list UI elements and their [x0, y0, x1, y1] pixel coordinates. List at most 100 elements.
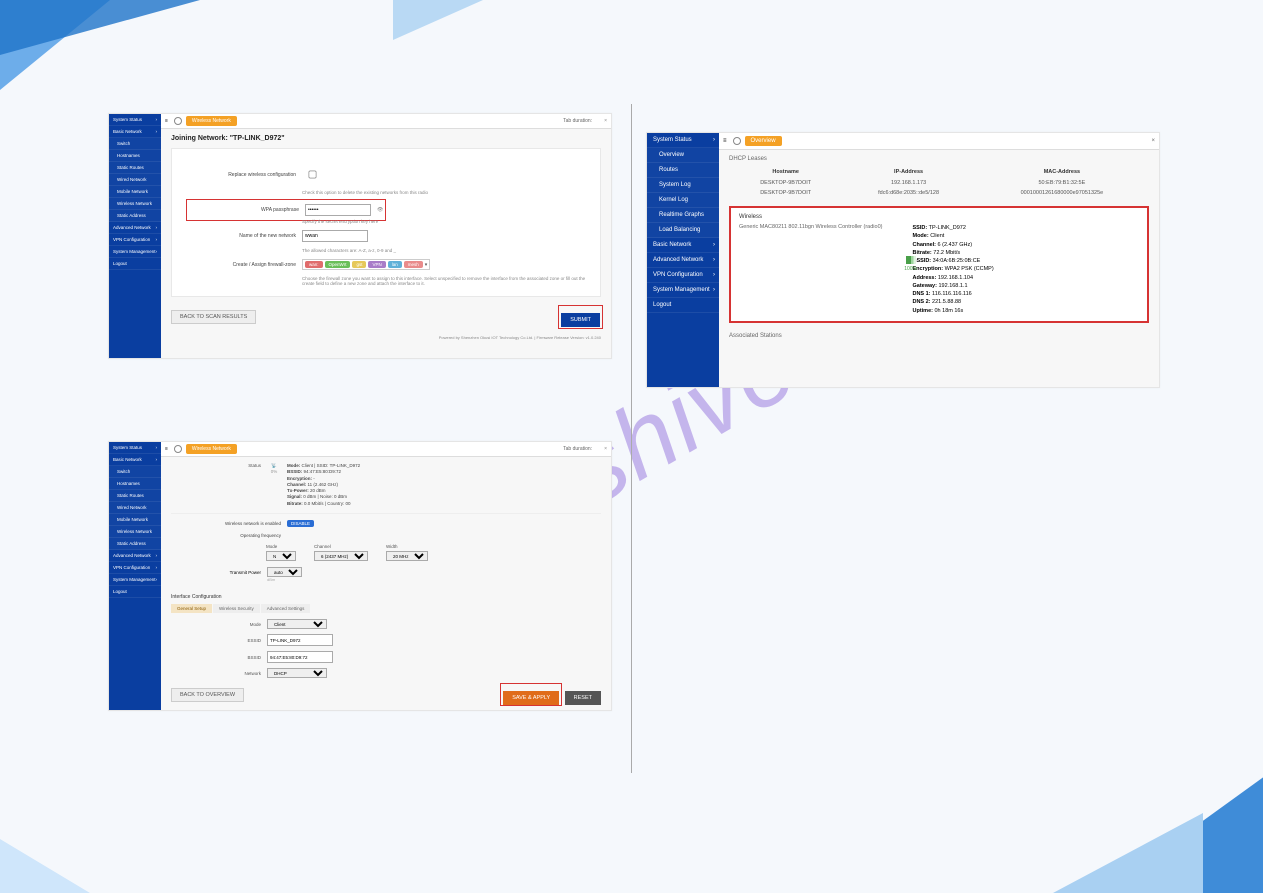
sidebar-item-basic-network[interactable]: Basic Network [109, 126, 161, 138]
wpa-passphrase-input[interactable] [305, 204, 371, 216]
sidebar-item-mobile-network[interactable]: Mobile Network [109, 186, 161, 198]
joining-network-heading: Joining Network: "TP-LINK_D972" [171, 135, 601, 142]
opfreq-width-select[interactable]: 20 MHz [386, 551, 428, 561]
sidebar-item-system-management[interactable]: System Management [647, 283, 719, 298]
status-txpower-label: Tx-Power: [287, 488, 310, 493]
sidebar-item-static-routes[interactable]: Static Routes [109, 162, 161, 174]
sidebar-item-mobile-network[interactable]: Mobile Network [109, 514, 161, 526]
menu-icon[interactable]: ≡ [165, 118, 168, 124]
sidebar-item-vpn-config[interactable]: VPN Configuration [109, 234, 161, 246]
menu-icon[interactable]: ≡ [165, 446, 168, 452]
sidebar-item-logout[interactable]: Logout [109, 586, 161, 598]
signal-percent: 100% [904, 266, 917, 272]
content-area: ≡ Wireless Network Tab duration: × Joini… [161, 114, 611, 358]
tab-bar: ≡ Wireless Network Tab duration: × [161, 114, 611, 129]
sidebar-item-load-balancing[interactable]: Load Balancing [647, 223, 719, 238]
device-status-box: Status 📡0% Mode: Client | SSID: TP-LINK_… [171, 463, 601, 514]
fw-tag-gst: gst [352, 261, 366, 268]
screenshot-joining-network: System Status Basic Network Switch Hostn… [108, 113, 612, 359]
wd-dns1-l: DNS 1: [912, 291, 930, 297]
if-mode-select[interactable]: Client [267, 619, 327, 629]
sidebar-item-system-log[interactable]: System Log [647, 178, 719, 193]
menu-icon[interactable]: ≡ [723, 138, 727, 144]
wd-bitrate-l: Bitrate: [912, 250, 931, 256]
opfreq-mode-select[interactable]: N [266, 551, 296, 561]
replace-config-label: Replace wireless configuration [186, 172, 296, 178]
sidebar-item-advanced-network[interactable]: Advanced Network [109, 550, 161, 562]
if-bssid-input[interactable] [267, 651, 333, 663]
sidebar-item-system-management[interactable]: System Management [109, 574, 161, 586]
sidebar-item-basic-network[interactable]: Basic Network [647, 238, 719, 253]
wd-mode-v: Client [930, 233, 944, 239]
wd-dns2-v: 221.5.88.88 [932, 299, 961, 305]
cell-ip: fdc6:d68e:2035::de5/128 [842, 188, 974, 198]
wd-ssid-l: SSID: [912, 225, 927, 231]
refresh-icon[interactable] [733, 137, 741, 145]
wireless-details: SSID: TP-LINK_D972 Mode: Client Channel:… [912, 224, 993, 315]
sidebar-item-advanced-network[interactable]: Advanced Network [109, 222, 161, 234]
sidebar-item-vpn-config[interactable]: VPN Configuration [647, 268, 719, 283]
sidebar-item-vpn-config[interactable]: VPN Configuration [109, 562, 161, 574]
sidebar-item-system-status[interactable]: System Status [647, 133, 719, 148]
refresh-icon[interactable] [174, 117, 182, 125]
status-channel-label: Channel: [287, 482, 308, 487]
wd-addr-v: 192.168.1.104 [938, 275, 973, 281]
sidebar-item-hostnames[interactable]: Hostnames [109, 478, 161, 490]
wireless-status-box: Wireless Generic MAC80211 802.11bgn Wire… [729, 206, 1149, 323]
tab-active[interactable]: Wireless Network [186, 116, 237, 126]
sidebar-item-routes[interactable]: Routes [647, 163, 719, 178]
wd-uptime-l: Uptime: [912, 308, 932, 314]
tab-general-setup[interactable]: General Setup [171, 604, 212, 613]
if-essid-input[interactable] [267, 634, 333, 646]
status-signal-label: Signal: [287, 494, 303, 499]
if-bssid-label: BSSID [171, 655, 261, 660]
sidebar-item-wireless-network[interactable]: Wireless Network [109, 526, 161, 538]
tab-duration-label: Tab duration: [563, 446, 592, 452]
replace-config-checkbox[interactable] [309, 171, 317, 179]
sidebar-item-kernel-log[interactable]: Kernel Log [647, 193, 719, 208]
submit-button[interactable]: SUBMIT [561, 313, 600, 327]
status-bssid-label: BSSID: [287, 469, 304, 474]
sidebar-item-switch[interactable]: Switch [109, 138, 161, 150]
sidebar-item-hostnames[interactable]: Hostnames [109, 150, 161, 162]
firewall-zone-select[interactable]: wan: OpenWrt gst VPN lan mesh ▾ [302, 259, 430, 270]
tab-wireless-security[interactable]: Wireless Security [213, 604, 260, 613]
sidebar-item-static-address[interactable]: Static Address [109, 210, 161, 222]
back-to-scan-button[interactable]: BACK TO SCAN RESULTS [171, 310, 256, 324]
tab-advanced-settings[interactable]: Advanced Settings [261, 604, 311, 613]
associated-stations-heading: Associated Stations [729, 333, 1149, 339]
back-to-overview-button[interactable]: BACK TO OVERVIEW [171, 688, 244, 702]
tab-active[interactable]: Overview [745, 136, 782, 146]
wpa-passphrase-label: WPA passphrase [189, 207, 299, 213]
sidebar-item-system-management[interactable]: System Management [109, 246, 161, 258]
transmit-power-select[interactable]: auto [267, 567, 302, 577]
cell-mac: 50:EB:79:B1:32:5E [975, 178, 1149, 188]
tab-active[interactable]: Wireless Network [186, 444, 237, 454]
if-network-select[interactable]: DHCP [267, 668, 327, 678]
sidebar-item-realtime-graphs[interactable]: Realtime Graphs [647, 208, 719, 223]
sidebar-item-switch[interactable]: Switch [109, 466, 161, 478]
opfreq-channel-select[interactable]: 6 (2437 MHz) [314, 551, 368, 561]
sidebar-item-wired-network[interactable]: Wired Network [109, 174, 161, 186]
sidebar-item-wired-network[interactable]: Wired Network [109, 502, 161, 514]
network-name-input[interactable] [302, 230, 368, 242]
fw-tag-vpn: VPN [368, 261, 385, 268]
status-bssid-value: 94:47:E5:80:D9:72 [304, 469, 342, 474]
sidebar-item-static-address[interactable]: Static Address [109, 538, 161, 550]
disable-button[interactable]: DISABLE [287, 520, 314, 527]
sidebar-item-wireless-network[interactable]: Wireless Network [109, 198, 161, 210]
sidebar-item-overview[interactable]: Overview [647, 148, 719, 163]
reset-button[interactable]: RESET [565, 691, 601, 705]
save-apply-button[interactable]: SAVE & APPLY [503, 691, 559, 705]
sidebar-item-basic-network[interactable]: Basic Network [109, 454, 161, 466]
wd-enc-l: Encryption: [912, 266, 943, 272]
refresh-icon[interactable] [174, 445, 182, 453]
if-network-label: Network [171, 671, 261, 676]
sidebar-item-static-routes[interactable]: Static Routes [109, 490, 161, 502]
tab-bar: ≡ Wireless Network Tab duration: × [161, 442, 611, 457]
sidebar-item-advanced-network[interactable]: Advanced Network [647, 253, 719, 268]
sidebar-item-logout[interactable]: Logout [647, 298, 719, 313]
sidebar-item-logout[interactable]: Logout [109, 258, 161, 270]
sidebar-item-system-status[interactable]: System Status [109, 442, 161, 454]
sidebar-item-system-status[interactable]: System Status [109, 114, 161, 126]
